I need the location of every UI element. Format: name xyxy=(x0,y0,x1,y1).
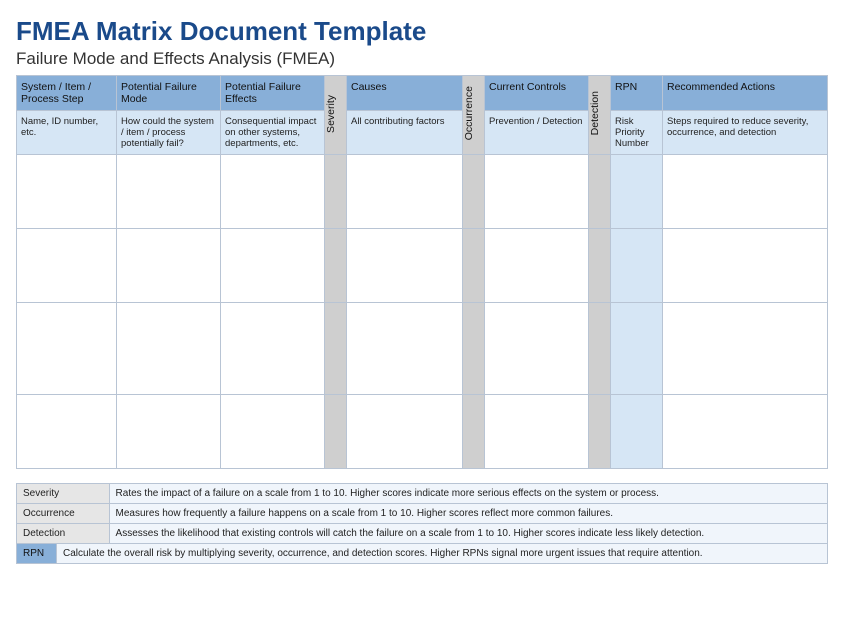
col-header-occurrence: Occurrence xyxy=(463,76,485,155)
cell-system[interactable] xyxy=(17,229,117,303)
fmea-matrix-table: System / Item / Process Step Potential F… xyxy=(16,75,828,469)
col-header-severity: Severity xyxy=(325,76,347,155)
legend-key: Occurrence xyxy=(17,504,110,524)
cell-system[interactable] xyxy=(17,303,117,395)
col-desc-causes: All contributing factors xyxy=(347,111,463,155)
cell-effects[interactable] xyxy=(221,229,325,303)
col-header-actions: Recommended Actions xyxy=(663,76,828,111)
col-header-system: System / Item / Process Step xyxy=(17,76,117,111)
cell-detection[interactable] xyxy=(589,303,611,395)
description-row: Name, ID number, etc. How could the syst… xyxy=(17,111,828,155)
col-desc-rpn: Risk Priority Number xyxy=(611,111,663,155)
col-header-causes: Causes xyxy=(347,76,463,111)
table-row xyxy=(17,229,828,303)
cell-mode[interactable] xyxy=(117,155,221,229)
cell-system[interactable] xyxy=(17,155,117,229)
cell-controls[interactable] xyxy=(485,229,589,303)
cell-actions[interactable] xyxy=(663,303,828,395)
cell-actions[interactable] xyxy=(663,155,828,229)
legend-text: Calculate the overall risk by multiplyin… xyxy=(57,544,828,564)
cell-controls[interactable] xyxy=(485,303,589,395)
col-desc-mode: How could the system / item / process po… xyxy=(117,111,221,155)
cell-mode[interactable] xyxy=(117,229,221,303)
legend-key: RPN xyxy=(17,544,57,564)
cell-system[interactable] xyxy=(17,395,117,469)
cell-severity[interactable] xyxy=(325,395,347,469)
cell-causes[interactable] xyxy=(347,395,463,469)
cell-causes[interactable] xyxy=(347,155,463,229)
page-subtitle: Failure Mode and Effects Analysis (FMEA) xyxy=(16,49,828,69)
table-row xyxy=(17,395,828,469)
cell-rpn[interactable] xyxy=(611,395,663,469)
cell-detection[interactable] xyxy=(589,155,611,229)
cell-occurrence[interactable] xyxy=(463,155,485,229)
legend-text: Assesses the likelihood that existing co… xyxy=(109,524,827,544)
cell-detection[interactable] xyxy=(589,395,611,469)
cell-causes[interactable] xyxy=(347,229,463,303)
col-desc-system: Name, ID number, etc. xyxy=(17,111,117,155)
cell-occurrence[interactable] xyxy=(463,229,485,303)
page-title: FMEA Matrix Document Template xyxy=(16,16,828,47)
cell-severity[interactable] xyxy=(325,155,347,229)
cell-mode[interactable] xyxy=(117,395,221,469)
cell-rpn[interactable] xyxy=(611,229,663,303)
cell-controls[interactable] xyxy=(485,395,589,469)
header-row: System / Item / Process Step Potential F… xyxy=(17,76,828,111)
legend-row-rpn: RPN Calculate the overall risk by multip… xyxy=(17,544,828,564)
cell-severity[interactable] xyxy=(325,229,347,303)
legend-text: Rates the impact of a failure on a scale… xyxy=(109,484,827,504)
cell-occurrence[interactable] xyxy=(463,395,485,469)
col-desc-controls: Prevention / Detection xyxy=(485,111,589,155)
cell-effects[interactable] xyxy=(221,303,325,395)
col-desc-effects: Consequential impact on other systems, d… xyxy=(221,111,325,155)
table-row xyxy=(17,155,828,229)
legend-row-detection: Detection Assesses the likelihood that e… xyxy=(17,524,828,544)
col-header-effects: Potential Failure Effects xyxy=(221,76,325,111)
cell-occurrence[interactable] xyxy=(463,303,485,395)
col-header-detection: Detection xyxy=(589,76,611,155)
col-header-controls: Current Controls xyxy=(485,76,589,111)
legend-row-severity: Severity Rates the impact of a failure o… xyxy=(17,484,828,504)
cell-causes[interactable] xyxy=(347,303,463,395)
cell-actions[interactable] xyxy=(663,395,828,469)
legend-text: Measures how frequently a failure happen… xyxy=(109,504,827,524)
cell-rpn[interactable] xyxy=(611,303,663,395)
cell-actions[interactable] xyxy=(663,229,828,303)
cell-mode[interactable] xyxy=(117,303,221,395)
cell-detection[interactable] xyxy=(589,229,611,303)
cell-effects[interactable] xyxy=(221,155,325,229)
cell-rpn[interactable] xyxy=(611,155,663,229)
col-header-mode: Potential Failure Mode xyxy=(117,76,221,111)
table-row xyxy=(17,303,828,395)
col-desc-actions: Steps required to reduce severity, occur… xyxy=(663,111,828,155)
legend-row-occurrence: Occurrence Measures how frequently a fai… xyxy=(17,504,828,524)
col-header-rpn: RPN xyxy=(611,76,663,111)
cell-severity[interactable] xyxy=(325,303,347,395)
legend-key: Detection xyxy=(17,524,110,544)
cell-effects[interactable] xyxy=(221,395,325,469)
legend-key: Severity xyxy=(17,484,110,504)
legend-table: Severity Rates the impact of a failure o… xyxy=(16,483,828,564)
cell-controls[interactable] xyxy=(485,155,589,229)
